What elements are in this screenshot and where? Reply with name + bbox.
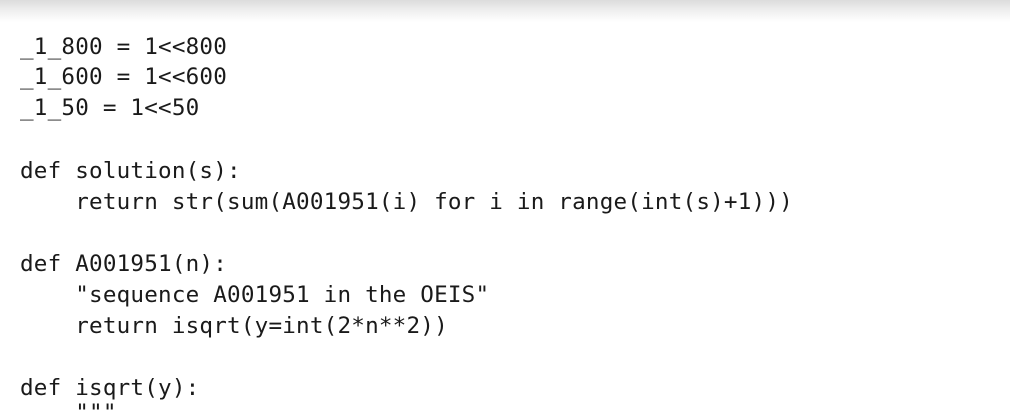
code-line-3: _1_50 = 1<<50 xyxy=(20,95,200,121)
code-line-5: def solution(s): xyxy=(20,158,241,184)
code-line-10: return isqrt(y=int(2*n**2)) xyxy=(20,313,448,339)
top-shade xyxy=(0,0,1010,22)
code-line-13: """ xyxy=(20,398,117,410)
code-line-8: def A001951(n): xyxy=(20,251,228,277)
code-line-1: _1_800 = 1<<800 xyxy=(20,34,228,60)
code-line-6: return str(sum(A001951(i) for i in range… xyxy=(20,189,793,215)
code-view: _1_800 = 1<<800 _1_600 = 1<<600 _1_50 = … xyxy=(0,0,1010,410)
code-line-2: _1_600 = 1<<600 xyxy=(20,64,228,90)
code-line-9: "sequence A001951 in the OEIS" xyxy=(20,282,490,308)
